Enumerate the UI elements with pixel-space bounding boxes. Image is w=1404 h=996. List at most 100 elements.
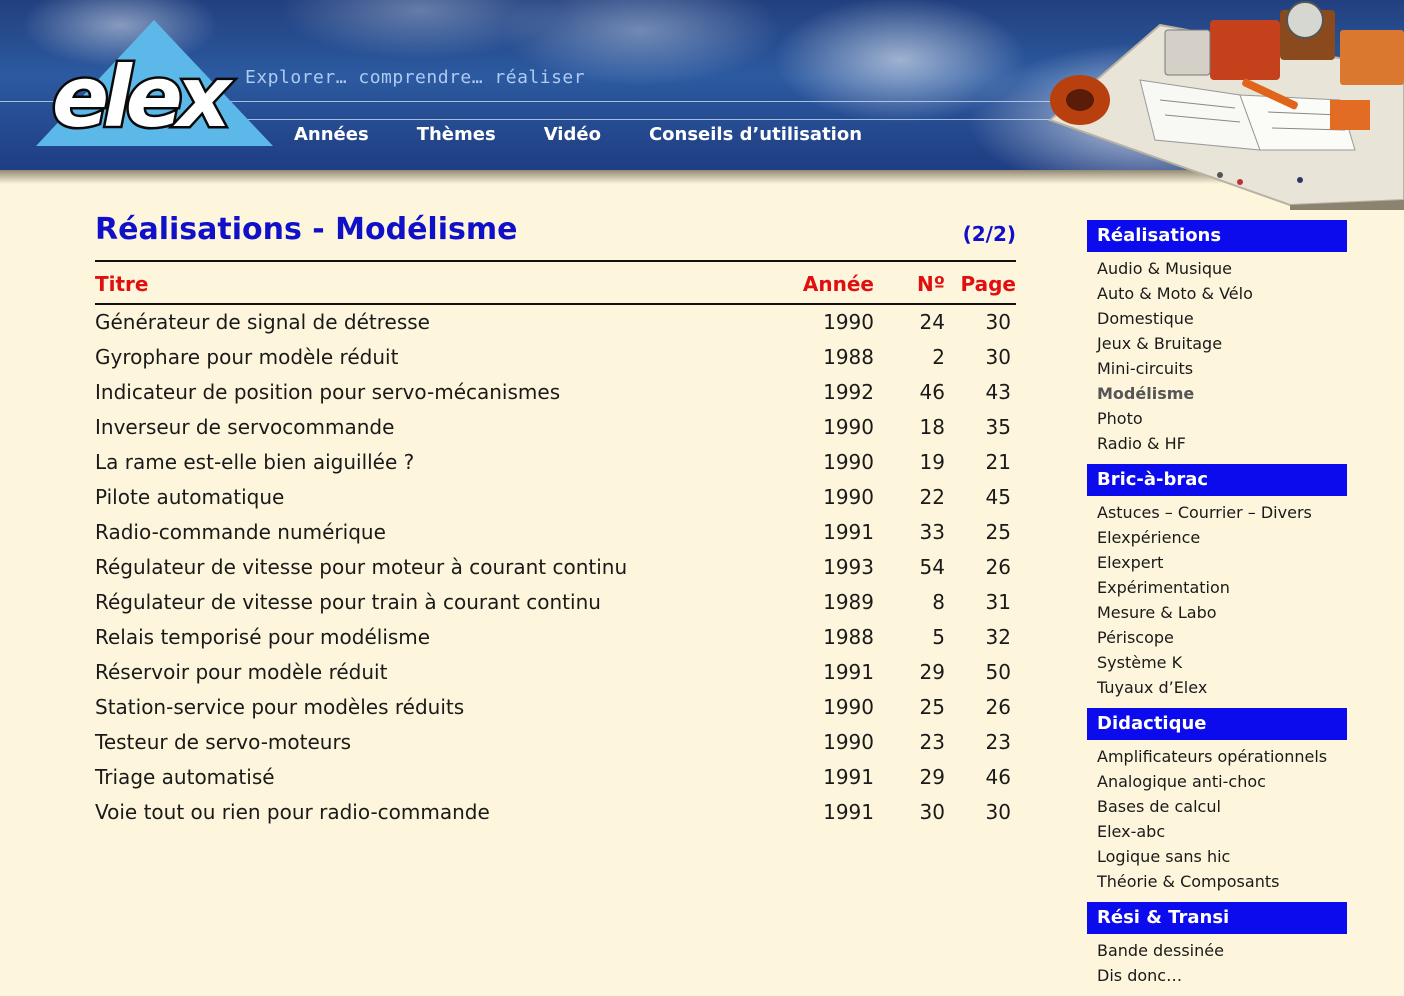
sidebar-item[interactable]: Elexpert: [1087, 550, 1347, 575]
row-year: 1991: [823, 800, 874, 824]
article-table: Générateur de signal de détresse 1990 24 30…: [95, 308, 1016, 833]
row-page: 32: [985, 625, 1011, 649]
row-title: Gyrophare pour modèle réduit: [95, 345, 399, 369]
row-page: 35: [985, 415, 1011, 439]
sidebar-section-header[interactable]: Rési & Transi: [1087, 902, 1347, 934]
table-row[interactable]: Station-service pour modèles réduits 1990…: [95, 693, 1016, 728]
table-row[interactable]: Régulateur de vitesse pour moteur à cour…: [95, 553, 1016, 588]
row-title: Station-service pour modèles réduits: [95, 695, 465, 719]
row-year: 1991: [823, 765, 874, 789]
sidebar-item[interactable]: Elex-abc: [1087, 819, 1347, 844]
sidebar: Réalisations Audio & Musique Auto & Moto &…: [1087, 220, 1347, 996]
table-row[interactable]: Pilote automatique 1990 22 45: [95, 483, 1016, 518]
sidebar-section-header[interactable]: Didactique: [1087, 708, 1347, 740]
row-number: 23: [919, 730, 945, 754]
sidebar-section-items: Astuces – Courrier – Divers Elexpérience E…: [1087, 500, 1347, 700]
table-row[interactable]: Générateur de signal de détresse 1990 24 30: [95, 308, 1016, 343]
row-year: 1990: [823, 485, 874, 509]
row-page: 45: [985, 485, 1011, 509]
table-row[interactable]: Réservoir pour modèle réduit 1991 29 50: [95, 658, 1016, 693]
row-number: 24: [919, 310, 945, 334]
sidebar-item[interactable]: Elexpérience: [1087, 525, 1347, 550]
page-indicator: (2/2): [962, 222, 1016, 246]
row-title: Régulateur de vitesse pour train à coura…: [95, 590, 601, 614]
sidebar-item[interactable]: Théorie & Composants: [1087, 869, 1347, 894]
row-page: 30: [985, 345, 1011, 369]
sidebar-item[interactable]: Système K: [1087, 650, 1347, 675]
sidebar-section-items: Bande dessinée Dis donc…: [1087, 938, 1347, 988]
row-title: Régulateur de vitesse pour moteur à cour…: [95, 555, 628, 579]
row-year: 1992: [823, 380, 874, 404]
sidebar-section-header[interactable]: Réalisations: [1087, 220, 1347, 252]
table-row[interactable]: Voie tout ou rien pour radio-commande 199…: [95, 798, 1016, 833]
sidebar-item[interactable]: Photo: [1087, 406, 1347, 431]
sidebar-item[interactable]: Audio & Musique: [1087, 256, 1347, 281]
sidebar-item[interactable]: Bases de calcul: [1087, 794, 1347, 819]
nav-themes[interactable]: Thèmes: [417, 124, 496, 145]
row-year: 1988: [823, 345, 874, 369]
table-row[interactable]: Gyrophare pour modèle réduit 1988 2 30: [95, 343, 1016, 378]
sidebar-item[interactable]: Amplificateurs opérationnels: [1087, 744, 1347, 769]
row-title: Testeur de servo-moteurs: [95, 730, 352, 754]
row-number: 18: [919, 415, 945, 439]
sidebar-item[interactable]: Tuyaux d’Elex: [1087, 675, 1347, 700]
main-nav: Années Thèmes Vidéo Conseils d’utilisati…: [294, 124, 910, 145]
table-row[interactable]: Inverseur de servocommande 1990 18 35: [95, 413, 1016, 448]
nav-video[interactable]: Vidéo: [544, 124, 601, 145]
sidebar-item[interactable]: Analogique anti-choc: [1087, 769, 1347, 794]
sidebar-item[interactable]: Domestique: [1087, 306, 1347, 331]
sidebar-item[interactable]: Périscope: [1087, 625, 1347, 650]
sidebar-item[interactable]: Modélisme: [1087, 381, 1347, 406]
sidebar-section-items: Amplificateurs opérationnels Analogique a…: [1087, 744, 1347, 894]
sidebar-item[interactable]: Auto & Moto & Vélo: [1087, 281, 1347, 306]
col-year: Année: [802, 272, 874, 296]
row-year: 1990: [823, 310, 874, 334]
row-year: 1988: [823, 625, 874, 649]
row-title: Indicateur de position pour servo-mécani…: [95, 380, 561, 404]
sidebar-section-header[interactable]: Bric-à-brac: [1087, 464, 1347, 496]
row-title: Inverseur de servocommande: [95, 415, 395, 439]
row-year: 1990: [823, 730, 874, 754]
row-page: 30: [985, 310, 1011, 334]
row-number: 5: [932, 625, 945, 649]
row-year: 1990: [823, 415, 874, 439]
sidebar-item[interactable]: Radio & HF: [1087, 431, 1347, 456]
sidebar-item[interactable]: Astuces – Courrier – Divers: [1087, 500, 1347, 525]
row-year: 1993: [823, 555, 874, 579]
sidebar-section-items: Audio & Musique Auto & Moto & Vélo Domesti…: [1087, 256, 1347, 456]
row-number: 8: [932, 590, 945, 614]
table-row[interactable]: Relais temporisé pour modélisme 1988 5 32: [95, 623, 1016, 658]
row-page: 46: [985, 765, 1011, 789]
table-row[interactable]: Indicateur de position pour servo-mécani…: [95, 378, 1016, 413]
col-page: Page: [960, 272, 1017, 296]
sidebar-item[interactable]: Mesure & Labo: [1087, 600, 1347, 625]
table-row[interactable]: Radio-commande numérique 1991 33 25: [95, 518, 1016, 553]
row-number: 46: [919, 380, 945, 404]
row-page: 25: [985, 520, 1011, 544]
col-title: Titre: [95, 272, 149, 296]
sidebar-item[interactable]: Jeux & Bruitage: [1087, 331, 1347, 356]
sidebar-item[interactable]: Dis donc…: [1087, 963, 1347, 988]
table-row[interactable]: Régulateur de vitesse pour train à coura…: [95, 588, 1016, 623]
table-row[interactable]: Testeur de servo-moteurs 1990 23 23: [95, 728, 1016, 763]
nav-conseils[interactable]: Conseils d’utilisation: [649, 124, 862, 145]
row-year: 1990: [823, 695, 874, 719]
table-row[interactable]: La rame est-elle bien aiguillée ? 1990 19 2…: [95, 448, 1016, 483]
row-page: 21: [985, 450, 1011, 474]
row-title: Triage automatisé: [95, 765, 275, 789]
sidebar-item[interactable]: Logique sans hic: [1087, 844, 1347, 869]
row-number: 19: [919, 450, 945, 474]
sidebar-item[interactable]: Expérimentation: [1087, 575, 1347, 600]
nav-annees[interactable]: Années: [294, 124, 369, 145]
row-title: Voie tout ou rien pour radio-commande: [95, 800, 490, 824]
table-row[interactable]: Triage automatisé 1991 29 46: [95, 763, 1016, 798]
row-number: 29: [919, 765, 945, 789]
sidebar-item[interactable]: Bande dessinée: [1087, 938, 1347, 963]
table-header: Titre Année Nº Page: [95, 272, 1016, 298]
row-title: Relais temporisé pour modélisme: [95, 625, 431, 649]
divider: [95, 303, 1016, 305]
sidebar-item[interactable]: Mini-circuits: [1087, 356, 1347, 381]
row-page: 26: [985, 555, 1011, 579]
logo-text: elex: [52, 48, 234, 146]
elex-logo[interactable]: elex: [36, 18, 276, 148]
